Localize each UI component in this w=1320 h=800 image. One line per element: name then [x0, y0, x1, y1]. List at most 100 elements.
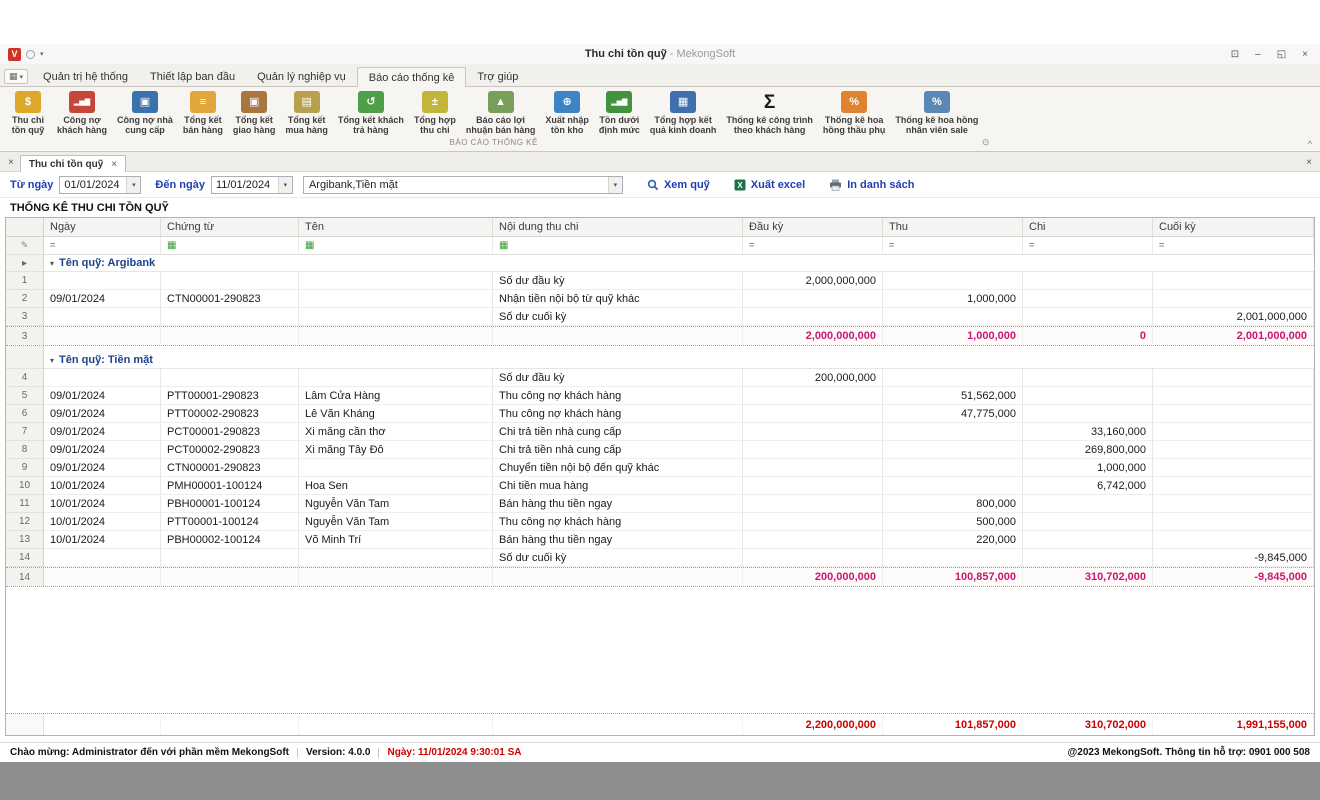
filter-cell-dauky[interactable]: = — [743, 237, 883, 255]
table-row[interactable]: 14Số dư cuối kỳ-9,845,000 — [6, 549, 1314, 567]
quick-access-caret-icon[interactable]: ▾ — [40, 50, 44, 58]
table-row[interactable]: 1010/01/2024PMH00001-100124Hoa SenChi ti… — [6, 477, 1314, 495]
chevron-down-icon[interactable]: ▾ — [278, 177, 292, 193]
table-row[interactable]: 509/01/2024PTT00001-290823Lâm Cửa HàngTh… — [6, 387, 1314, 405]
menu-tab-1[interactable]: Quản trị hệ thống — [32, 67, 139, 86]
grid-body: ▸▾Tên quỹ: Argibank1Số dư đầu kỳ2,000,00… — [6, 255, 1314, 587]
cell-noidung: Thu công nợ khách hàng — [493, 387, 743, 405]
ribbon-item-tong-hop-thu-chi[interactable]: ±Tổng hợpthu chi — [409, 88, 461, 136]
fund-select[interactable]: Argibank,Tiền mặt ▾ — [303, 176, 623, 194]
chevron-down-icon[interactable]: ▾ — [126, 177, 140, 193]
ribbon-item-thong-ke-hoa-hong-sale[interactable]: %Thống kê hoa hồngnhân viên sale — [890, 88, 983, 136]
menu-tab-4[interactable]: Báo cáo thống kê — [357, 67, 467, 87]
cell-noidung: Thu công nợ khách hàng — [493, 513, 743, 531]
ribbon-collapse-icon[interactable]: ^ — [1308, 139, 1312, 149]
ribbon-item-tong-ket-ban-hang[interactable]: ≡Tổng kếtbán hàng — [178, 88, 228, 136]
ribbon-item-tong-ket-giao-hang[interactable]: ▣Tổng kếtgiao hàng — [228, 88, 281, 136]
table-row[interactable]: 4Số dư đầu kỳ200,000,000 — [6, 369, 1314, 387]
filter-cell-ten[interactable]: ▦ — [299, 237, 493, 255]
ledger-icon: ▤ — [294, 91, 320, 113]
ribbon-item-tong-ket-khach-tra-hang[interactable]: ↺Tổng kết kháchtrả hàng — [333, 88, 409, 136]
from-date-input[interactable] — [60, 177, 126, 193]
column-header-thu[interactable]: Thu — [883, 218, 1023, 237]
ribbon-item-thong-ke-cong-trinh[interactable]: ΣThống kê công trìnhtheo khách hàng — [721, 88, 818, 136]
table-row[interactable]: 1210/01/2024PTT00001-100124Nguyễn Văn Ta… — [6, 513, 1314, 531]
ribbon-item-tong-ket-mua-hang[interactable]: ▤Tổng kếtmua hàng — [280, 88, 333, 136]
table-row[interactable]: 709/01/2024PCT00001-290823Xi măng cần th… — [6, 423, 1314, 441]
column-header-chi[interactable]: Chi — [1023, 218, 1153, 237]
dialog-launcher-icon[interactable]: ⊙ — [982, 137, 990, 148]
from-date-label: Từ ngày — [10, 179, 53, 191]
to-date-input[interactable] — [212, 177, 278, 193]
menu-tab-5[interactable]: Trợ giúp — [466, 67, 529, 86]
cell-ten — [299, 308, 493, 326]
cell-noidung: Số dư cuối kỳ — [493, 549, 743, 567]
filter-cell-cuoiky[interactable]: = — [1153, 237, 1314, 255]
summary-ten — [299, 327, 493, 345]
quick-access-circle-icon[interactable] — [26, 50, 35, 59]
table-row[interactable]: 909/01/2024CTN00001-290823Chuyển tiền nộ… — [6, 459, 1314, 477]
cell-cuoiky — [1153, 369, 1314, 387]
document-tab-thu-chi-ton-quy[interactable]: Thu chi tồn quỹ × — [20, 155, 126, 172]
data-grid: NgàyChứng từTênNội dung thu chiĐầu kỳThu… — [5, 217, 1315, 736]
summary-noidung — [493, 327, 743, 345]
window-title-suffix: - MekongSoft — [670, 48, 735, 60]
close-icon[interactable]: × — [1302, 49, 1308, 60]
ribbon-item-thong-ke-hoa-hong-thau-phu[interactable]: %Thống kê hoahồng thầu phụ — [818, 88, 890, 136]
column-header-chungtu[interactable]: Chứng từ — [161, 218, 299, 237]
cell-ten: Hoa Sen — [299, 477, 493, 495]
ribbon-item-ton-duoi-dinh-muc[interactable]: ▂▅▇Tồn dướiđịnh mức — [594, 88, 645, 136]
cell-noidung: Số dư cuối kỳ — [493, 308, 743, 326]
summary-chungtu — [161, 568, 299, 586]
restore-icon[interactable]: ◱ — [1277, 49, 1286, 60]
menu-tab-2[interactable]: Thiết lập ban đầu — [139, 67, 246, 86]
menu-tab-3[interactable]: Quản lý nghiệp vụ — [246, 67, 357, 86]
close-tab-left-icon[interactable]: × — [6, 157, 20, 171]
filter-cell-chi[interactable]: = — [1023, 237, 1153, 255]
view-fund-button[interactable]: Xem quỹ — [647, 179, 710, 191]
table-row[interactable]: 1Số dư đầu kỳ2,000,000,000 — [6, 272, 1314, 290]
filter-cell-thu[interactable]: = — [883, 237, 1023, 255]
table-row[interactable]: 809/01/2024PCT00002-290823Xi măng Tây Đô… — [6, 441, 1314, 459]
table-row[interactable]: 1310/01/2024PBH00002-100124Võ Minh TríBá… — [6, 531, 1314, 549]
column-header-noidung[interactable]: Nội dung thu chi — [493, 218, 743, 237]
row-number: 2 — [6, 290, 44, 308]
ribbon-item-xuat-nhap-ton-kho[interactable]: ⊕Xuất nhậptồn kho — [540, 88, 594, 136]
chevron-down-icon[interactable]: ▾ — [608, 177, 622, 193]
row-number: 3 — [6, 308, 44, 326]
ribbon-item-cong-no-nha-cung-cap[interactable]: ▣Công nợ nhàcung cấp — [112, 88, 178, 136]
fullscreen-icon[interactable]: ⊡ — [1231, 49, 1239, 60]
group-expand-icon[interactable]: ▾ — [50, 259, 54, 268]
coins-icon: $ — [15, 91, 41, 113]
cell-dauky — [743, 423, 883, 441]
ribbon-item-tong-hop-ket-qua-kinh-doanh[interactable]: ▦Tổng hợp kếtquả kinh doanh — [645, 88, 722, 136]
tab-close-icon[interactable]: × — [111, 159, 117, 170]
filter-cell-ngay[interactable]: = — [44, 237, 161, 255]
window-list-button[interactable]: ▦ ▾ — [4, 69, 28, 84]
minimize-icon[interactable]: – — [1255, 49, 1261, 60]
table-row[interactable]: 209/01/2024CTN00001-290823Nhận tiền nội … — [6, 290, 1314, 308]
close-tab-right-icon[interactable]: × — [1306, 157, 1312, 168]
group-expand-icon[interactable]: ▾ — [50, 356, 54, 365]
filter-cell-chungtu[interactable]: ▦ — [161, 237, 299, 255]
green-bars-icon: ▂▅▇ — [606, 91, 632, 113]
column-header-dauky[interactable]: Đầu kỳ — [743, 218, 883, 237]
ribbon-item-thu-chi-ton-quy[interactable]: $Thu chitồn quỹ — [4, 88, 52, 136]
summary-ngay — [44, 327, 161, 345]
ribbon-item-bao-cao-loi-nhuan[interactable]: ▲Báo cáo lợinhuận bán hàng — [461, 88, 541, 136]
column-header-ngay[interactable]: Ngày — [44, 218, 161, 237]
table-row[interactable]: 3Số dư cuối kỳ2,001,000,000 — [6, 308, 1314, 326]
table-row[interactable]: 1110/01/2024PBH00001-100124Nguyễn Văn Ta… — [6, 495, 1314, 513]
ribbon-group-label: BÁO CÁO THỐNG KÊ — [450, 138, 538, 147]
column-header-ten[interactable]: Tên — [299, 218, 493, 237]
group-header-row[interactable]: ▾Tên quỹ: Tiền mặt — [6, 352, 1314, 369]
column-header-cuoiky[interactable]: Cuối kỳ — [1153, 218, 1314, 237]
group-header-row[interactable]: ▸▾Tên quỹ: Argibank — [6, 255, 1314, 272]
ribbon-item-label: Thu chitồn quỹ — [12, 115, 45, 135]
print-list-button[interactable]: In danh sách — [829, 179, 914, 191]
cell-chungtu: PTT00002-290823 — [161, 405, 299, 423]
export-excel-button[interactable]: X Xuất excel — [734, 179, 805, 191]
filter-cell-noidung[interactable]: ▦ — [493, 237, 743, 255]
table-row[interactable]: 609/01/2024PTT00002-290823Lê Văn KhángTh… — [6, 405, 1314, 423]
ribbon-item-cong-no-khach-hang[interactable]: ▂▅▇Công nợkhách hàng — [52, 88, 112, 136]
